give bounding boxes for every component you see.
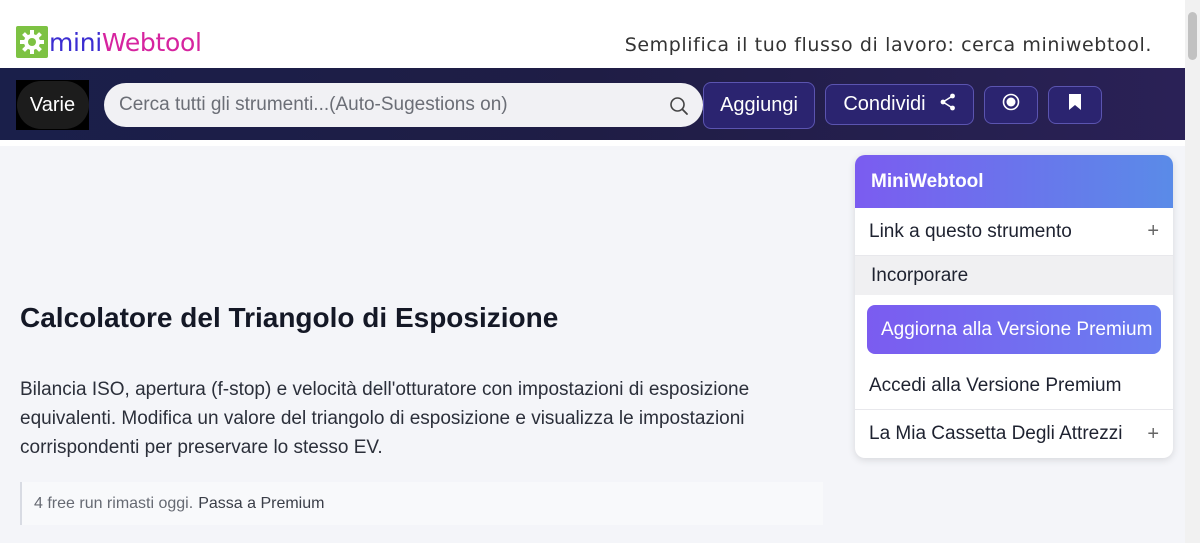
logo-text-mini: mini [49, 27, 102, 57]
bookmark-button[interactable] [1048, 86, 1102, 124]
upgrade-premium-link[interactable]: Passa a Premium [198, 495, 324, 513]
page-scrollbar[interactable] [1185, 0, 1200, 543]
varie-menu-button[interactable]: Varie [16, 80, 89, 130]
gear-icon [16, 26, 48, 58]
top-header: miniWebtool Semplifica il tuo flusso di … [0, 0, 1185, 68]
free-runs-notice: 4 free run rimasti oggi. Passa a Premium [20, 482, 823, 525]
free-runs-text: 4 free run rimasti oggi. [34, 494, 194, 512]
my-toolbox-label: La Mia Cassetta Degli Attrezzi [869, 423, 1123, 444]
share-icon [940, 93, 956, 117]
add-button[interactable]: Aggiungi [703, 82, 815, 129]
site-logo[interactable]: miniWebtool [16, 26, 202, 58]
share-button[interactable]: Condividi [825, 84, 974, 125]
plus-icon: + [1147, 422, 1159, 445]
embed-item[interactable]: Incorporare [855, 256, 1173, 295]
search-icon[interactable] [669, 96, 689, 121]
upgrade-premium-button[interactable]: Aggiorna alla Versione Premium [867, 305, 1161, 354]
link-to-tool-item[interactable]: Link a questo strumento + [855, 208, 1173, 256]
tagline: Semplifica il tuo flusso di lavoro: cerc… [624, 34, 1152, 56]
varie-label: Varie [16, 81, 89, 129]
panel-title: MiniWebtool [855, 155, 1173, 208]
bookmark-icon [1068, 93, 1082, 117]
search-input[interactable] [119, 94, 659, 116]
nav-divider [0, 140, 1185, 146]
link-to-tool-label: Link a questo strumento [869, 220, 1072, 242]
scrollbar-thumb[interactable] [1188, 12, 1197, 60]
record-button[interactable] [984, 86, 1038, 124]
plus-icon: + [1147, 220, 1159, 242]
logo-text: miniWebtool [49, 28, 202, 57]
access-premium-item[interactable]: Accedi alla Versione Premium [855, 362, 1173, 410]
tool-description: Bilancia ISO, apertura (f-stop) e veloci… [20, 379, 750, 458]
page-title: Calcolatore del Triangolo di Esposizione [20, 302, 559, 333]
logo-text-webtool: Webtool [101, 27, 202, 57]
miniwebtool-panel: MiniWebtool Link a questo strumento + In… [855, 155, 1173, 458]
my-toolbox-item[interactable]: La Mia Cassetta Degli Attrezzi + [855, 410, 1173, 458]
search-bar[interactable] [104, 83, 703, 127]
share-label: Condividi [843, 93, 926, 115]
record-icon [1002, 93, 1020, 117]
